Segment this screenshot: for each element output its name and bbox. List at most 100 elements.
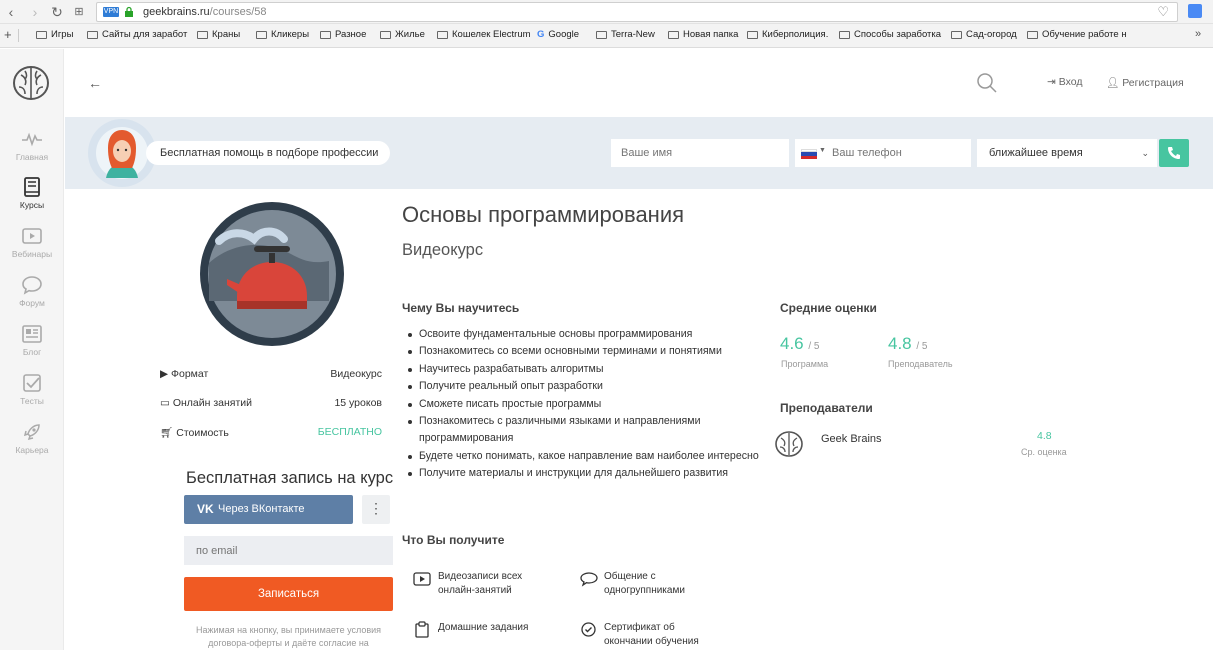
bookmark-item[interactable]: Кликеры bbox=[256, 29, 309, 40]
browser-toolbar: ‹ › ↻ ⊞ VPN geekbrains.ru/courses/58 ♡ bbox=[0, 0, 1213, 24]
sidebar-item-blog[interactable]: Блог bbox=[0, 317, 64, 365]
phone-icon bbox=[1168, 147, 1180, 159]
score-max: / 5 bbox=[916, 341, 928, 352]
folder-icon bbox=[197, 30, 208, 39]
heart-icon[interactable]: ♡ bbox=[1157, 4, 1169, 20]
video-icon bbox=[413, 572, 431, 586]
teachers-heading: Преподаватели bbox=[780, 401, 873, 415]
sidebar-item-forum[interactable]: Форум bbox=[0, 268, 64, 316]
folder-icon bbox=[256, 30, 267, 39]
score-max: / 5 bbox=[808, 341, 820, 352]
list-item: Получите материалы и инструкции для даль… bbox=[404, 465, 759, 482]
score-value: 4.6 bbox=[780, 334, 804, 353]
call-button[interactable] bbox=[1159, 139, 1189, 167]
teacher-avatar[interactable] bbox=[774, 429, 804, 459]
vk-icon: VK bbox=[197, 502, 214, 516]
url-text[interactable]: geekbrains.ru/courses/58 bbox=[143, 6, 267, 18]
add-bookmark-icon[interactable]: + bbox=[4, 27, 12, 42]
back-arrow-icon[interactable]: ← bbox=[88, 75, 102, 91]
bookmark-label: Сайты для заработ bbox=[102, 29, 188, 40]
login-icon: ⇥ bbox=[1047, 76, 1059, 88]
login-label: Вход bbox=[1058, 76, 1083, 88]
list-item: Сможете писать простые программы bbox=[404, 396, 759, 413]
more-options-button[interactable]: ⋮ bbox=[362, 495, 390, 524]
translate-icon[interactable] bbox=[1188, 4, 1202, 18]
list-item: Познакомитесь со всеми основными термина… bbox=[404, 343, 759, 360]
bookmark-item[interactable]: Сайты для заработ bbox=[87, 29, 187, 40]
meta-value: БЕСПЛАТНО bbox=[317, 426, 382, 438]
bookmark-item[interactable]: Сад-огород bbox=[951, 29, 1017, 40]
bookmark-label: Кликеры bbox=[271, 29, 310, 40]
bookmark-label: Разное bbox=[335, 29, 367, 40]
bookmark-label: Краны bbox=[212, 29, 241, 40]
bookmark-item[interactable]: Способы заработка bbox=[839, 29, 941, 40]
meta-label: Онлайн занятий bbox=[172, 397, 253, 409]
folder-icon bbox=[747, 30, 758, 39]
feature-text: Домашние задания bbox=[438, 622, 529, 633]
register-label: Регистрация bbox=[1122, 77, 1184, 89]
folder-icon bbox=[668, 30, 679, 39]
course-image bbox=[200, 202, 344, 346]
bookmark-label: Сад-огород bbox=[966, 29, 1017, 40]
vk-label: Через ВКонтакте bbox=[218, 503, 305, 515]
back-icon[interactable]: ‹ bbox=[2, 3, 20, 21]
bookmarks-overflow[interactable]: » bbox=[1195, 28, 1201, 40]
bookmarks-bar: + Игры Сайты для заработ Краны Кликеры Разно… bbox=[0, 24, 1213, 48]
vpn-badge[interactable]: VPN bbox=[103, 7, 119, 17]
sidebar-item-courses[interactable]: Курсы bbox=[0, 170, 64, 218]
meta-price: 🛒︎ Стоимость БЕСПЛАТНО bbox=[160, 426, 382, 444]
bookmark-item[interactable]: Киберполиция. bbox=[747, 29, 828, 40]
rocket-icon bbox=[23, 424, 40, 441]
chevron-down-icon: ⌄ bbox=[1141, 148, 1149, 158]
enroll-button[interactable]: Записаться bbox=[184, 577, 393, 611]
bookmark-item[interactable]: Кошелек Electrum bbox=[437, 29, 531, 40]
name-field[interactable] bbox=[611, 139, 789, 167]
bookmark-item[interactable]: G Google bbox=[537, 29, 579, 40]
feature-text: Видеозаписи всех онлайн-занятий bbox=[438, 571, 523, 596]
meta-value: Видеокурс bbox=[330, 368, 382, 380]
email-field[interactable] bbox=[184, 536, 393, 565]
sidebar-item-webinars[interactable]: Вебинары bbox=[0, 219, 64, 267]
sidebar-item-career[interactable]: Карьера bbox=[0, 415, 64, 463]
address-bar[interactable]: VPN geekbrains.ru/courses/58 ♡ bbox=[96, 2, 1178, 22]
teacher-name[interactable]: Geek Brains bbox=[821, 433, 882, 445]
login-link[interactable]: ⇥ Вход bbox=[1047, 76, 1082, 88]
book-icon bbox=[24, 177, 40, 197]
bookmark-label: Киберполиция. bbox=[762, 29, 829, 40]
list-item: Будете четко понимать, какое направление… bbox=[404, 448, 759, 465]
register-link[interactable]: 👤︎ Регистрация bbox=[1106, 76, 1184, 89]
bookmark-item[interactable]: Жилье bbox=[380, 29, 425, 40]
meta-value: 15 уроков bbox=[334, 397, 382, 409]
bookmark-item[interactable]: Разное bbox=[320, 29, 366, 40]
bookmark-item[interactable]: Краны bbox=[197, 29, 240, 40]
brain-logo-icon[interactable] bbox=[11, 63, 51, 103]
reload-icon[interactable]: ↻ bbox=[48, 3, 66, 21]
chat-icon bbox=[22, 276, 42, 295]
search-icon[interactable] bbox=[976, 72, 998, 94]
program-score: 4.6 / 5 bbox=[780, 334, 820, 354]
bookmark-item[interactable]: Новая папка bbox=[668, 29, 738, 40]
chevron-down-icon[interactable]: ▼ bbox=[819, 147, 826, 154]
sidebar-item-home[interactable]: Главная bbox=[0, 122, 64, 170]
phone-input[interactable] bbox=[830, 139, 970, 167]
folder-icon bbox=[87, 30, 98, 39]
bookmark-item[interactable]: Terra-New bbox=[596, 29, 655, 40]
terms-disclaimer: Нажимая на кнопку, вы принимаете условия… bbox=[195, 625, 382, 648]
bookmark-item[interactable]: Обучение работе н bbox=[1027, 29, 1127, 40]
forward-icon[interactable]: › bbox=[26, 3, 44, 21]
bookmark-label: Google bbox=[548, 29, 580, 40]
vk-login-button[interactable]: VK Через ВКонтакте bbox=[184, 495, 353, 524]
tabs-grid-icon[interactable]: ⊞ bbox=[70, 3, 88, 21]
bookmark-label: Кошелек Electrum bbox=[452, 29, 531, 40]
russia-flag-icon[interactable] bbox=[801, 149, 817, 159]
teacher-score-caption: Ср. оценка bbox=[1021, 447, 1067, 457]
sidebar-label: Главная bbox=[15, 152, 49, 162]
time-select[interactable]: ближайшее время ⌄ bbox=[977, 139, 1157, 167]
folder-icon bbox=[1027, 30, 1038, 39]
bookmark-item[interactable]: Игры bbox=[36, 29, 73, 40]
bookmark-label: Новая папка bbox=[683, 29, 739, 40]
teacher-score: 4.8 / 5 bbox=[888, 334, 928, 354]
list-item: Научитесь разрабатывать алгоритмы bbox=[404, 361, 759, 378]
meta-format: ▶︎ Формат Видеокурс bbox=[160, 368, 382, 386]
sidebar-item-tests[interactable]: Тесты bbox=[0, 366, 64, 414]
